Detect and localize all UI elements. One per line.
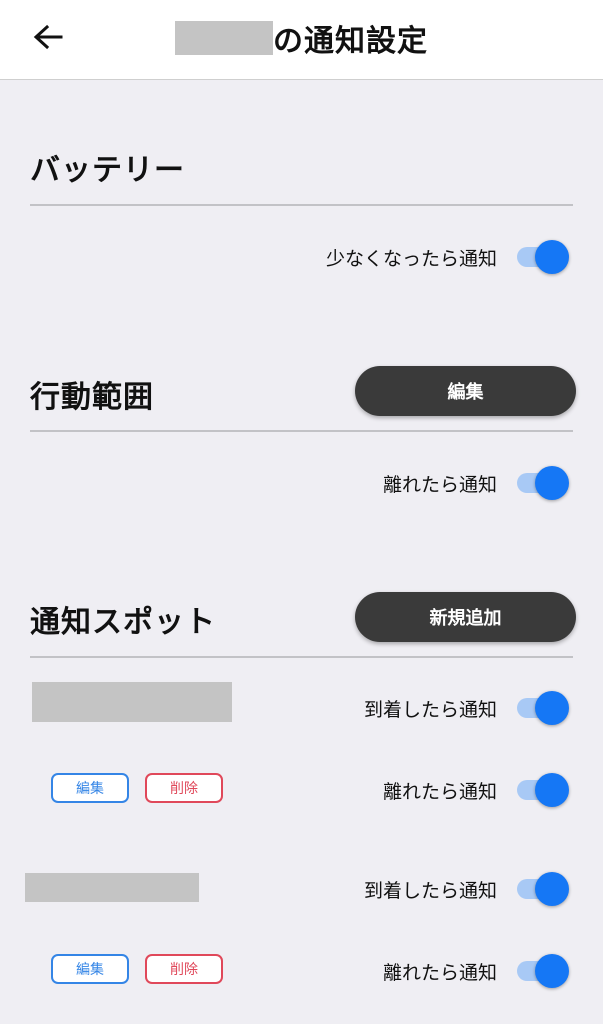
toggle-knob bbox=[535, 240, 569, 274]
toggle-knob bbox=[535, 466, 569, 500]
divider bbox=[30, 204, 573, 206]
redacted-spot-name bbox=[25, 873, 199, 902]
toggle-label: 少なくなったら通知 bbox=[325, 247, 497, 270]
section-title-battery: バッテリー bbox=[30, 153, 185, 188]
section-title-range: 行動範囲 bbox=[30, 380, 154, 415]
spot-leave-row: 離れたら通知 bbox=[383, 770, 571, 810]
spot-arrive-toggle[interactable] bbox=[517, 690, 571, 726]
redacted-spot-name bbox=[32, 682, 232, 722]
battery-low-row: 少なくなったら通知 bbox=[326, 237, 571, 277]
range-edit-button[interactable]: 編集 bbox=[355, 366, 576, 416]
range-leave-toggle[interactable] bbox=[517, 465, 571, 501]
divider bbox=[30, 656, 573, 658]
toggle-knob bbox=[535, 691, 569, 725]
range-leave-row: 離れたら通知 bbox=[383, 463, 571, 503]
spot-arrive-row: 到着したら通知 bbox=[364, 869, 571, 909]
spot-edit-button[interactable]: 編集 bbox=[51, 773, 129, 803]
toggle-knob bbox=[535, 773, 569, 807]
spot-leave-toggle[interactable] bbox=[517, 772, 571, 808]
spot-leave-row: 離れたら通知 bbox=[383, 951, 571, 991]
spot-arrive-row: 到着したら通知 bbox=[364, 688, 571, 728]
toggle-knob bbox=[535, 954, 569, 988]
spot-arrive-toggle[interactable] bbox=[517, 871, 571, 907]
section-title-spots: 通知スポット bbox=[30, 605, 216, 640]
divider bbox=[30, 430, 573, 432]
spot-edit-button[interactable]: 編集 bbox=[51, 954, 129, 984]
spot-delete-button[interactable]: 削除 bbox=[145, 954, 223, 984]
toggle-knob bbox=[535, 872, 569, 906]
toggle-label: 到着したら通知 bbox=[363, 879, 497, 902]
battery-low-toggle[interactable] bbox=[517, 239, 571, 275]
add-spot-button[interactable]: 新規追加 bbox=[355, 592, 576, 642]
toggle-label: 離れたら通知 bbox=[382, 473, 497, 496]
spot-delete-button[interactable]: 削除 bbox=[145, 773, 223, 803]
page-title: の通知設定 bbox=[0, 15, 603, 61]
toggle-label: 到着したら通知 bbox=[363, 698, 497, 721]
toggle-label: 離れたら通知 bbox=[382, 780, 497, 803]
page-title-text: の通知設定 bbox=[273, 24, 428, 59]
app-header: の通知設定 bbox=[0, 0, 603, 80]
redacted-device-name bbox=[175, 21, 273, 55]
toggle-label: 離れたら通知 bbox=[382, 961, 497, 984]
spot-leave-toggle[interactable] bbox=[517, 953, 571, 989]
